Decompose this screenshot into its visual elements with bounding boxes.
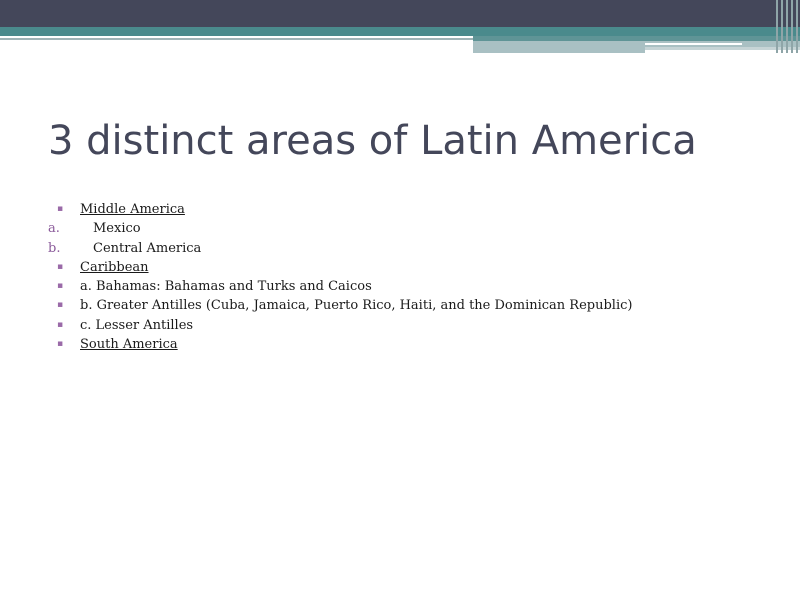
bullet-icon: ▪ xyxy=(57,300,64,311)
bullet-icon: ▪ xyxy=(57,339,64,350)
header-band-dark xyxy=(0,0,800,27)
list-item: ▪ Caribbean xyxy=(0,258,760,277)
list-item-text: Mexico xyxy=(93,221,141,237)
list-item: ▪ South America xyxy=(0,335,760,354)
list-item-text: Middle America xyxy=(80,202,185,217)
header-vertical-stripes xyxy=(774,0,800,53)
list-item-text: c. Lesser Antilles xyxy=(80,317,194,333)
list-item-text: b. Greater Antilles (Cuba, Jamaica, Puer… xyxy=(80,298,633,314)
list-marker: a. xyxy=(48,221,60,237)
list-item: ▪ Middle America xyxy=(0,200,760,219)
list-item: ▪ c. Lesser Antilles xyxy=(0,316,760,335)
bullet-icon: ▪ xyxy=(57,281,64,292)
list-item: a. Mexico xyxy=(0,219,760,238)
slide-body: ▪ Middle America a. Mexico b. Central Am… xyxy=(0,200,760,354)
list-item-text: Caribbean xyxy=(80,259,149,275)
list-item-text: Central America xyxy=(93,240,202,256)
list-marker: b. xyxy=(48,240,61,256)
header-thin-line xyxy=(645,43,742,45)
header-band-gray-left xyxy=(0,38,473,40)
header-band-bottom-light xyxy=(473,47,645,53)
list-item: ▪ a. Bahamas: Bahamas and Turks and Caic… xyxy=(0,277,760,296)
slide: 3 distinct areas of Latin America ▪ Midd… xyxy=(0,0,800,600)
list-item-text: a. Bahamas: Bahamas and Turks and Caicos xyxy=(80,279,372,295)
slide-title: 3 distinct areas of Latin America xyxy=(48,118,697,164)
list-item: ▪ b. Greater Antilles (Cuba, Jamaica, Pu… xyxy=(0,296,760,315)
list-item: b. Central America xyxy=(0,239,760,258)
list-item-text: South America xyxy=(80,337,178,353)
header-band-teal xyxy=(0,27,800,36)
bullet-icon: ▪ xyxy=(57,261,64,272)
bullet-icon: ▪ xyxy=(57,204,64,214)
bullet-icon: ▪ xyxy=(57,319,64,330)
